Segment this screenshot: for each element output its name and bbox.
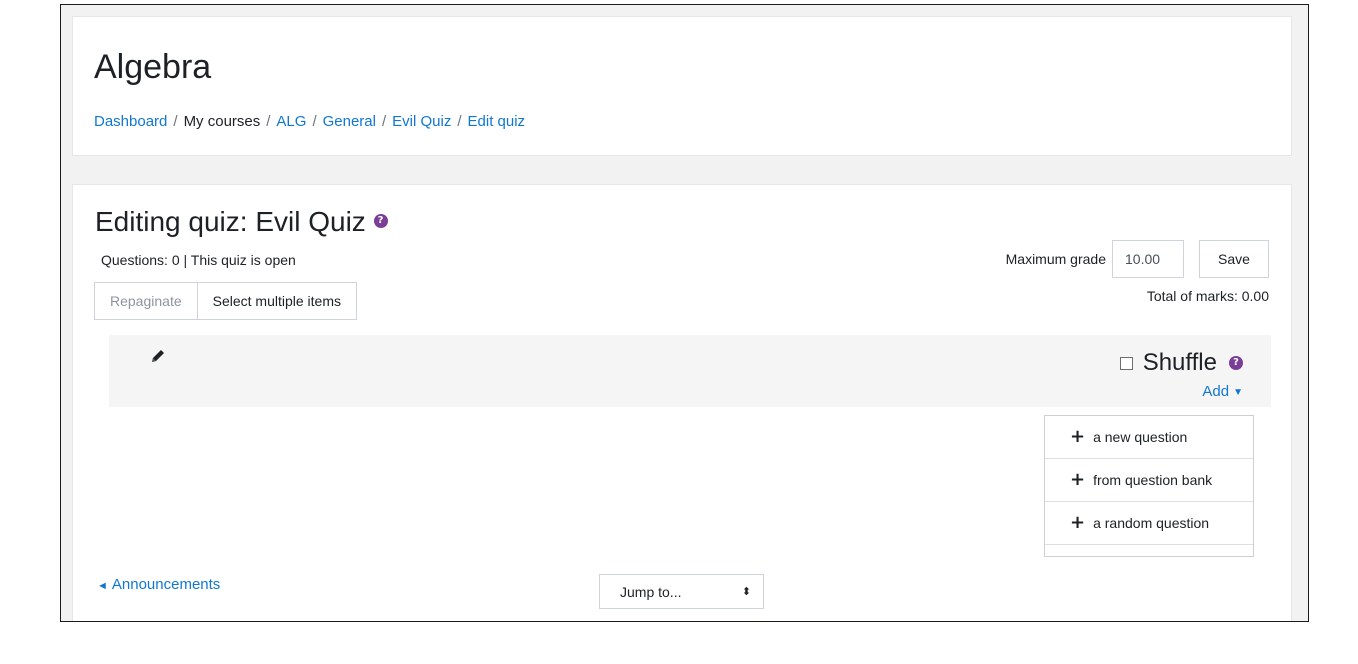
breadcrumb: Dashboard / My courses / ALG / General / Evil Qu… bbox=[94, 113, 525, 130]
add-label: Add bbox=[1202, 383, 1230, 400]
previous-activity-label: Announcements bbox=[111, 576, 221, 593]
caret-down-icon: ▼ bbox=[1233, 387, 1243, 398]
main-region: Editing quiz: Evil Quiz ? Questions: 0 |… bbox=[72, 184, 1292, 621]
page-header: Algebra Dashboard / My courses / ALG / General… bbox=[72, 16, 1292, 156]
pencil-icon[interactable] bbox=[149, 347, 167, 365]
breadcrumb-edit-quiz[interactable]: Edit quiz bbox=[468, 113, 526, 130]
jump-to-select[interactable]: Jump to... ⬍ bbox=[599, 574, 764, 609]
menu-item-label: a new question bbox=[1093, 429, 1188, 445]
save-button[interactable]: Save bbox=[1199, 240, 1269, 278]
breadcrumb-separator: / bbox=[266, 113, 271, 130]
quiz-section: Shuffle ? Add ▼ bbox=[109, 335, 1271, 407]
repaginate-button[interactable]: Repaginate bbox=[94, 282, 198, 320]
page-title: Editing quiz: Evil Quiz ? bbox=[95, 205, 388, 239]
arrow-left-icon: ◄ bbox=[97, 580, 108, 592]
add-from-question-bank-item[interactable]: + from question bank bbox=[1045, 459, 1253, 502]
add-menu-toggle[interactable]: Add ▼ bbox=[1202, 383, 1243, 400]
edit-button-group: Repaginate Select multiple items bbox=[94, 282, 358, 320]
plus-icon: + bbox=[1070, 469, 1086, 490]
help-icon[interactable]: ? bbox=[373, 213, 388, 228]
select-multiple-button[interactable]: Select multiple items bbox=[197, 282, 358, 320]
page-title-text: Editing quiz: Evil Quiz bbox=[95, 206, 366, 237]
breadcrumb-evil-quiz[interactable]: Evil Quiz bbox=[392, 113, 451, 130]
breadcrumb-separator: / bbox=[381, 113, 387, 130]
page-frame: Algebra Dashboard / My courses / ALG / General… bbox=[60, 4, 1309, 622]
plus-icon: + bbox=[1070, 426, 1086, 447]
menu-item-label: a random question bbox=[1093, 515, 1210, 531]
course-title: Algebra bbox=[94, 48, 212, 86]
breadcrumb-separator: / bbox=[173, 113, 178, 130]
shuffle-checkbox[interactable] bbox=[1119, 356, 1133, 370]
shuffle-label: Shuffle bbox=[1142, 349, 1217, 376]
breadcrumb-separator: / bbox=[457, 113, 462, 130]
previous-activity-link[interactable]: ◄ Announcements bbox=[97, 576, 220, 593]
jump-to-label: Jump to... bbox=[620, 583, 682, 600]
breadcrumb-alg[interactable]: ALG bbox=[276, 113, 306, 130]
shuffle-control: Shuffle ? bbox=[1119, 349, 1243, 377]
total-marks: Total of marks: 0.00 bbox=[1146, 288, 1269, 304]
breadcrumb-dashboard[interactable]: Dashboard bbox=[94, 113, 167, 130]
shuffle-help-icon[interactable]: ? bbox=[1229, 356, 1243, 370]
breadcrumb-my-courses: My courses bbox=[183, 113, 261, 130]
max-grade-form: Maximum grade Save bbox=[1006, 240, 1269, 278]
max-grade-input[interactable] bbox=[1112, 240, 1184, 278]
add-new-question-item[interactable]: + a new question bbox=[1045, 416, 1253, 459]
breadcrumb-separator: / bbox=[312, 113, 317, 130]
menu-item-label: from question bank bbox=[1093, 472, 1213, 488]
select-arrows-icon: ⬍ bbox=[741, 585, 751, 598]
breadcrumb-general[interactable]: General bbox=[323, 113, 376, 130]
plus-icon: + bbox=[1070, 512, 1086, 533]
add-random-question-item[interactable]: + a random question bbox=[1045, 502, 1253, 545]
add-dropdown-menu: + a new question + from question bank + … bbox=[1044, 415, 1254, 557]
max-grade-label: Maximum grade bbox=[1005, 251, 1106, 267]
quiz-info: Questions: 0 | This quiz is open bbox=[101, 252, 296, 268]
